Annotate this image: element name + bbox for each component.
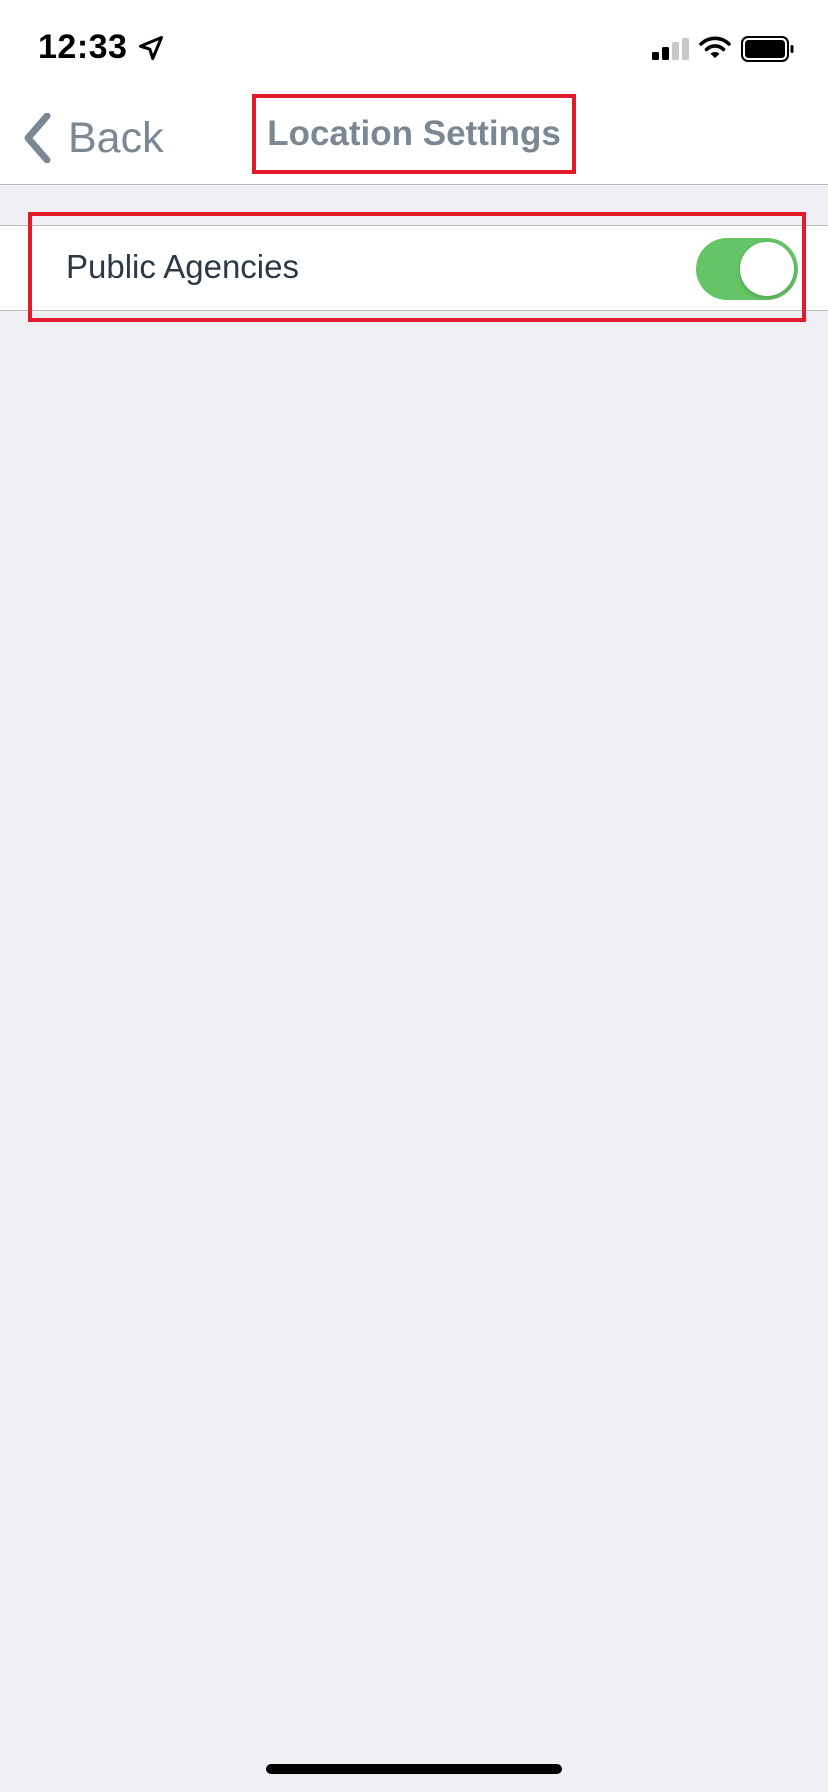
status-time: 12:33 xyxy=(38,28,128,66)
settings-group: Public Agencies xyxy=(0,225,828,311)
page-title-text: Location Settings xyxy=(267,114,561,153)
home-indicator xyxy=(266,1764,562,1774)
page-title: Location Settings xyxy=(252,94,576,174)
back-button[interactable]: Back xyxy=(22,110,164,166)
wifi-icon xyxy=(699,36,731,58)
location-arrow-icon xyxy=(138,35,164,61)
navigation-bar: Back Location Settings xyxy=(0,92,828,185)
toggle-knob xyxy=(740,242,794,296)
public-agencies-toggle[interactable] xyxy=(696,238,798,300)
back-label: Back xyxy=(68,113,164,162)
cellular-signal-icon xyxy=(652,38,689,60)
public-agencies-label: Public Agencies xyxy=(66,248,299,285)
battery-icon xyxy=(741,36,794,62)
status-bar: 12:33 xyxy=(0,0,828,92)
chevron-left-icon xyxy=(24,113,51,163)
